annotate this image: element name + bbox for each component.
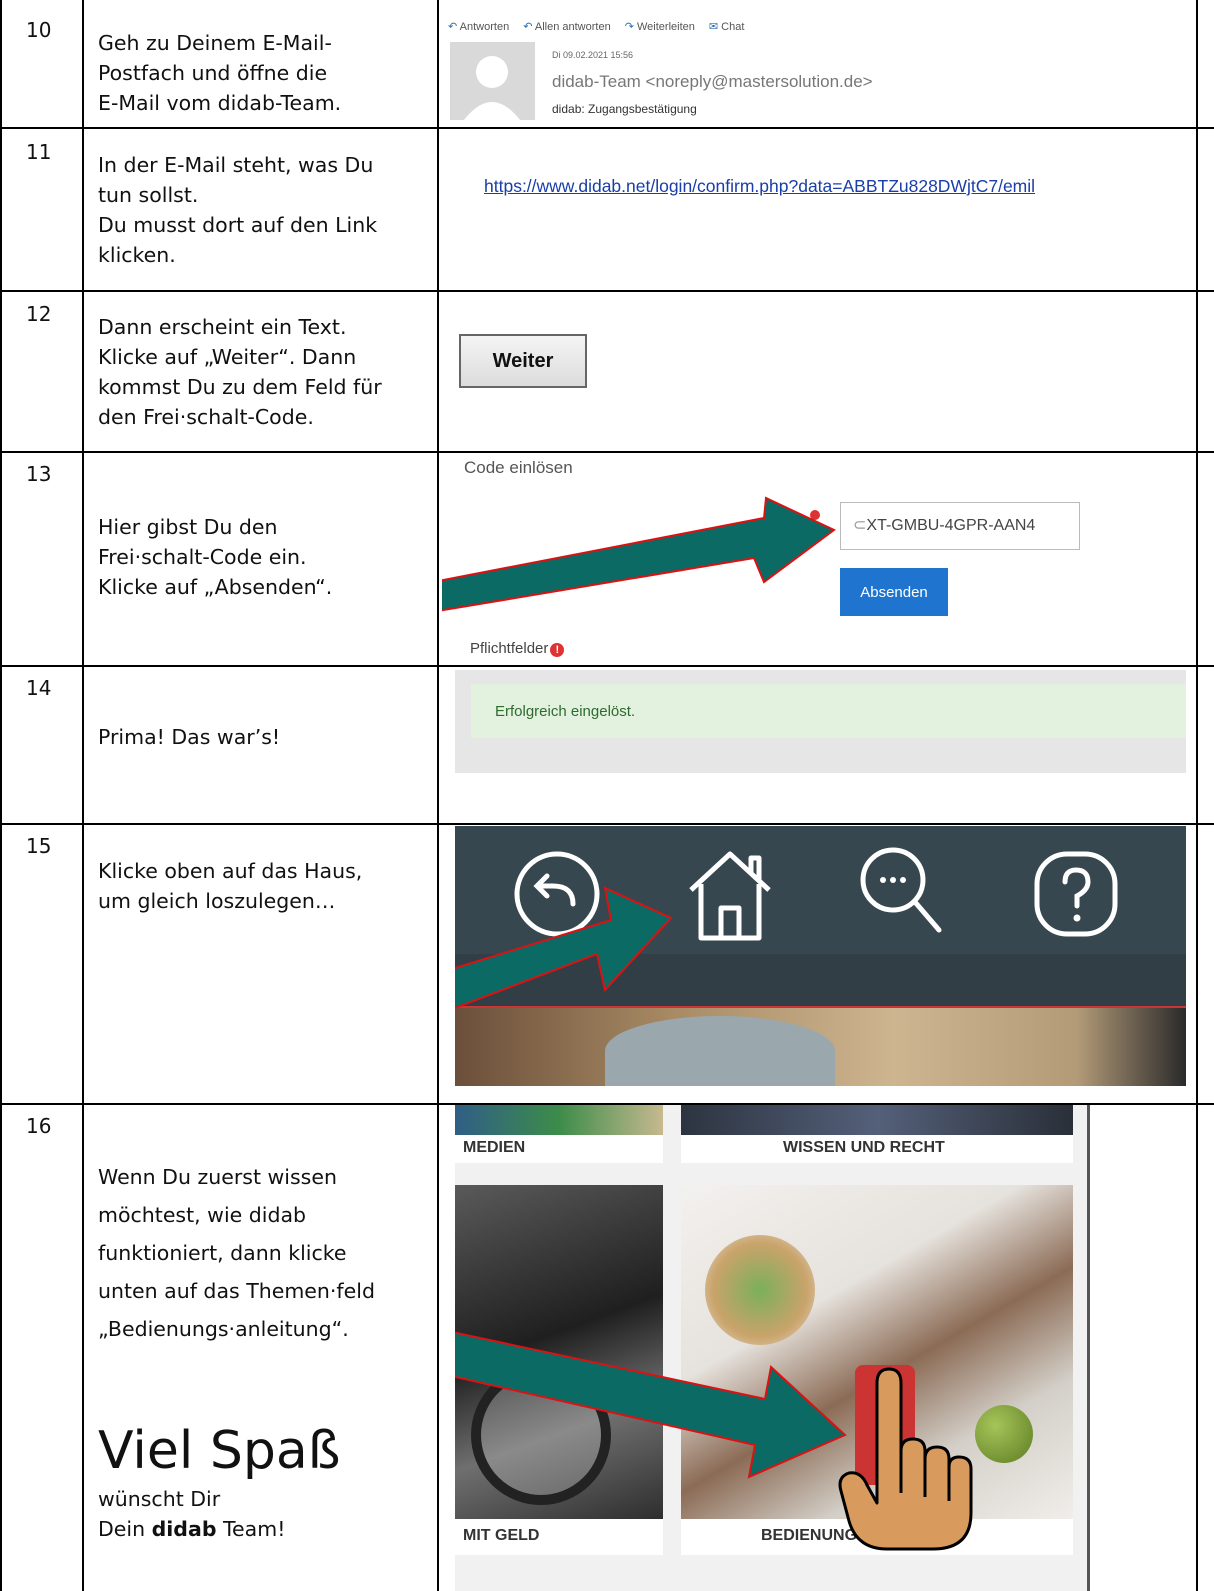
success-text: Erfolgreich eingelöst. [495, 702, 636, 720]
closing-brand: didab [151, 1517, 217, 1541]
table-line [0, 127, 1214, 129]
reply-all-button[interactable]: ↶ Allen antworten [523, 20, 611, 33]
table-line [0, 823, 1214, 825]
table-line [82, 0, 84, 1591]
email-toolbar: ↶ Antworten ↶ Allen antworten ↷ Weiterle… [448, 20, 744, 33]
row-number: 16 [26, 1114, 52, 1138]
success-screenshot: Erfolgreich eingelöst. [455, 670, 1186, 773]
closing-line: wünscht Dir [98, 1487, 221, 1511]
reply-icon: ↶ [448, 21, 458, 33]
person-icon [464, 56, 520, 120]
closing-message: Viel Spaß wünscht Dir Dein didab Team! [98, 1418, 428, 1544]
instruction-line: Postfach und öffne die [98, 61, 328, 85]
row-instruction: Prima! Das war’s! [98, 722, 428, 752]
toolbar-label: Allen antworten [534, 21, 611, 33]
instruction-line: unten auf das Themen·feld [98, 1279, 375, 1303]
instruction-line: „Bedienungs·anleitung“. [98, 1317, 349, 1341]
instruction-line: Klicke auf „Absenden“. [98, 575, 333, 599]
closing-big: Viel Spaß [98, 1421, 341, 1481]
navigation-screenshot [455, 826, 1186, 1086]
row-instruction: Hier gibst Du den Frei·schalt-Code ein. … [98, 512, 428, 602]
email-date: Di 09.02.2021 15:56 [552, 50, 634, 60]
row-instruction: Dann erscheint ein Text. Klicke auf „Wei… [98, 312, 428, 432]
table-line [0, 665, 1214, 667]
instruction-line: Hier gibst Du den [98, 515, 278, 539]
instruction-line: Prima! Das war’s! [98, 725, 281, 749]
email-subject: didab: Zugangsbestätigung [552, 102, 697, 116]
instruction-line: Klicke auf „Weiter“. Dann [98, 345, 357, 369]
instruction-line: Frei·schalt-Code ein. [98, 545, 307, 569]
weiter-label: Weiter [492, 349, 554, 372]
instruction-line: Du musst dort auf den Link [98, 213, 378, 237]
reply-all-icon: ↶ [523, 21, 533, 33]
table-line [437, 0, 439, 1591]
toolbar-label: Antworten [459, 21, 510, 33]
toolbar-label: Weiterleiten [636, 21, 695, 33]
instruction-line: kommst Du zu dem Feld für [98, 375, 382, 399]
instruction-line: Wenn Du zuerst wissen [98, 1165, 337, 1189]
closing-text: Dein [98, 1517, 152, 1541]
instruction-line: Geh zu Deinem E-Mail- [98, 31, 332, 55]
row-instruction: Wenn Du zuerst wissen möchtest, wie dida… [98, 1158, 428, 1348]
instruction-line: um gleich loszulegen… [98, 889, 336, 913]
table-line [0, 0, 2, 1591]
table-line [0, 451, 1214, 453]
chat-icon: ✉ [708, 21, 719, 33]
reply-button[interactable]: ↶ Antworten [448, 20, 509, 33]
pointing-hand-icon [838, 1367, 973, 1551]
tiles-screenshot: MEDIEN WISSEN UND RECHT MIT GELD BEDIENU… [455, 1105, 1090, 1591]
instruction-line: möchtest, wie didab [98, 1203, 307, 1227]
closing-text: Team! [216, 1517, 286, 1541]
email-sender: didab-Team <noreply@mastersolution.de> [552, 72, 873, 91]
instruction-line: den Frei·schalt-Code. [98, 405, 314, 429]
row-instruction: Geh zu Deinem E-Mail- Postfach und öffne… [98, 28, 428, 118]
email-screenshot: ↶ Antworten ↶ Allen antworten ↷ Weiterle… [442, 4, 1194, 126]
arrow-pointer-icon [442, 496, 836, 612]
instruction-line: Dann erscheint ein Text. [98, 315, 347, 339]
forward-button[interactable]: ↷ Weiterleiten [625, 20, 695, 33]
instruction-line: klicken. [98, 243, 176, 267]
row-number: 13 [26, 462, 52, 486]
table-line [1196, 0, 1198, 1591]
row-number: 15 [26, 834, 52, 858]
table-line [0, 290, 1214, 292]
arrow-pointer-icon [455, 886, 673, 1010]
avatar [450, 42, 535, 120]
instruction-line: In der E-Mail steht, was Du [98, 153, 374, 177]
toolbar-label: Chat [721, 21, 745, 33]
forward-icon: ↷ [624, 21, 634, 33]
row-number: 11 [26, 140, 52, 164]
success-alert: Erfolgreich eingelöst. [471, 684, 1186, 738]
chat-button[interactable]: ✉ Chat [709, 20, 745, 33]
instruction-line: E-Mail vom didab-Team. [98, 91, 342, 115]
row-number: 10 [26, 18, 52, 42]
row-instruction: Klicke oben auf das Haus, um gleich losz… [98, 856, 428, 916]
row-instruction: In der E-Mail steht, was Du tun sollst. … [98, 150, 428, 270]
code-form-screenshot: Code einlösen ⊂XT-GMBU-4GPR-AAN4 Absende… [442, 454, 1194, 664]
weiter-button[interactable]: Weiter [459, 334, 587, 388]
confirm-link[interactable]: https://www.didab.net/login/confirm.php?… [484, 176, 1035, 197]
instruction-line: Klicke oben auf das Haus, [98, 859, 363, 883]
closing-line: Dein didab Team! [98, 1514, 428, 1544]
row-number: 12 [26, 302, 52, 326]
instruction-line: tun sollst. [98, 183, 199, 207]
row-number: 14 [26, 676, 52, 700]
instruction-line: funktioniert, dann klicke [98, 1241, 347, 1265]
arrow-pointer-icon [455, 1331, 847, 1479]
